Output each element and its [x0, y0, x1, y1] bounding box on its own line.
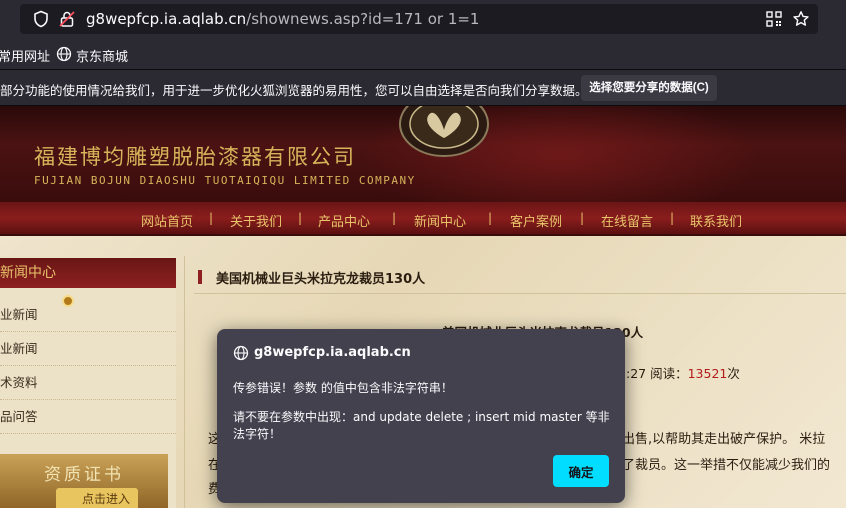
- site-header: 福建博均雕塑脱胎漆器有限公司 FUJIAN BOJUN DIAOSHU TUOT…: [0, 106, 846, 226]
- meta-prefix: :27 阅读：: [626, 366, 688, 381]
- nav-cases[interactable]: 客户案例: [510, 211, 562, 230]
- choose-data-share-button[interactable]: 选择您要分享的数据(C): [581, 75, 717, 101]
- meta-suffix: 次: [727, 366, 740, 381]
- certificate-banner[interactable]: 资质证书 点击进入: [0, 454, 168, 508]
- company-name-cn: 福建博均雕塑脱胎漆器有限公司: [34, 145, 356, 169]
- address-bar[interactable]: g8wepfcp.ia.aqlab.cn/shownews.asp?id=171…: [20, 4, 818, 34]
- globe-icon: [56, 46, 72, 62]
- insecure-lock-icon[interactable]: [58, 10, 76, 28]
- globe-icon: [233, 345, 249, 361]
- body-text-fragment: 了裁员。这一举措不仅能减少我们的: [622, 458, 831, 473]
- notification-text: 部分功能的使用情况给我们，用于进一步优化火狐浏览器的易用性，您可以自由选择是否向…: [0, 83, 588, 98]
- nav-separator: |: [488, 211, 493, 225]
- enter-button[interactable]: 点击进入: [56, 488, 138, 508]
- header-marker: [198, 270, 202, 284]
- column-divider: [184, 256, 185, 508]
- enter-dot-icon: [62, 295, 74, 307]
- nav-separator: |: [298, 211, 303, 225]
- bookmark-jd-mall[interactable]: 京东商城: [76, 46, 128, 65]
- view-count: 13521: [687, 366, 728, 381]
- sidebar-item-industry-news[interactable]: 业新闻: [0, 298, 176, 332]
- qr-code-icon[interactable]: [766, 11, 782, 27]
- nav-products[interactable]: 产品中心: [318, 211, 370, 230]
- data-sharing-notification-bar: 部分功能的使用情况给我们，用于进一步优化火狐浏览器的易用性，您可以自由选择是否向…: [0, 70, 846, 106]
- nav-news[interactable]: 新闻中心: [414, 211, 466, 230]
- main-nav: 网站首页 | 关于我们 | 产品中心 | 新闻中心 | 客户案例 | 在线留言 …: [0, 202, 846, 236]
- bookmark-star-icon[interactable]: [792, 10, 810, 28]
- certificate-title: 资质证书: [44, 465, 124, 485]
- article-meta: :27 阅读：13521次: [626, 363, 740, 382]
- nav-separator: |: [580, 211, 585, 225]
- company-name-en: FUJIAN BOJUN DIAOSHU TUOTAIQIQU LIMITED …: [34, 174, 416, 187]
- url-host: g8wepfcp.ia.aqlab.cn: [86, 10, 247, 28]
- sidebar-item-tech-docs[interactable]: 术资料: [0, 366, 176, 400]
- bookmark-common-sites[interactable]: 常用网址: [0, 46, 50, 65]
- sidebar-item-product-qa[interactable]: 品问答: [0, 400, 176, 434]
- bookmarks-toolbar: 常用网址 京东商城: [0, 38, 846, 70]
- alert-dialog: g8wepfcp.ia.aqlab.cn 传参错误！参数 的值中包含非法字符串！…: [217, 329, 625, 503]
- dialog-origin: g8wepfcp.ia.aqlab.cn: [254, 345, 411, 360]
- nav-separator: |: [392, 211, 397, 225]
- nav-contact[interactable]: 联系我们: [690, 211, 742, 230]
- news-sidebar: 新闻中心 业新闻 业新闻 术资料 品问答 资质证书 点击进入: [0, 256, 176, 508]
- body-text-fragment: 出售,以帮助其走出破产保护。 米拉: [622, 432, 826, 447]
- article-header: 美国机械业巨头米拉克龙裁员130人: [194, 264, 846, 294]
- sidebar-title: 新闻中心: [0, 258, 176, 288]
- nav-message[interactable]: 在线留言: [601, 211, 653, 230]
- logo-emblem-icon: [399, 106, 489, 157]
- url-bar-row: g8wepfcp.ia.aqlab.cn/shownews.asp?id=171…: [0, 0, 846, 38]
- dialog-message-detail: 请不要在参数中出现：and update delete ; insert mid…: [233, 410, 610, 441]
- nav-separator: |: [209, 211, 214, 225]
- article-header-title: 美国机械业巨头米拉克龙裁员130人: [216, 272, 426, 287]
- dialog-message-error: 传参错误！参数 的值中包含非法字符串！: [233, 381, 453, 395]
- shield-icon[interactable]: [32, 10, 50, 28]
- sidebar-item-company-news[interactable]: 业新闻: [0, 332, 176, 366]
- nav-separator: |: [670, 211, 675, 225]
- url-path: /shownews.asp?id=171 or 1=1: [246, 10, 480, 28]
- url-text[interactable]: g8wepfcp.ia.aqlab.cn/shownews.asp?id=171…: [86, 10, 479, 28]
- nav-about[interactable]: 关于我们: [230, 211, 282, 230]
- ok-button[interactable]: 确定: [553, 455, 609, 487]
- nav-home[interactable]: 网站首页: [141, 211, 193, 230]
